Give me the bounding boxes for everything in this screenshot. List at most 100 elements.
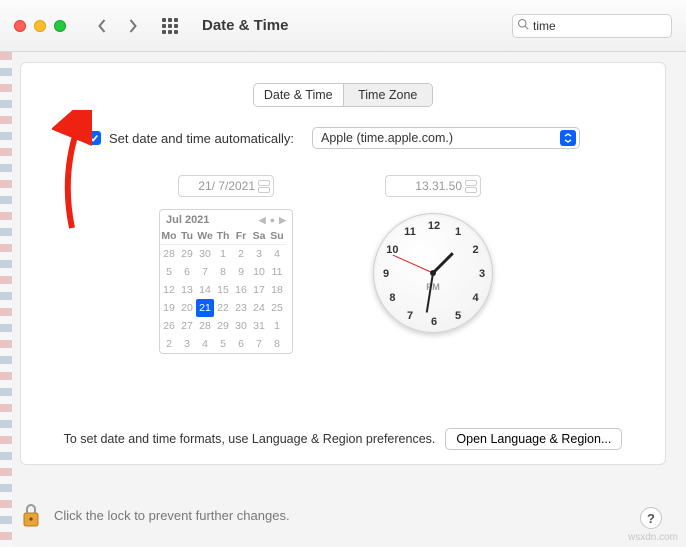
cal-day[interactable]: 1 (214, 245, 232, 263)
back-button[interactable] (90, 15, 114, 37)
open-language-region-button[interactable]: Open Language & Region... (445, 428, 622, 450)
tab-time-zone[interactable]: Time Zone (343, 84, 433, 106)
cal-day[interactable]: 2 (232, 245, 250, 263)
time-server-dropdown[interactable]: Apple (time.apple.com.) (312, 127, 580, 149)
clock-number: 11 (404, 226, 416, 238)
zoom-icon[interactable] (54, 20, 66, 32)
cal-day[interactable]: 16 (232, 281, 250, 299)
cal-day[interactable]: 30 (232, 317, 250, 335)
cal-next-icon[interactable]: ▶ (279, 215, 286, 226)
cal-day[interactable]: 9 (232, 263, 250, 281)
cal-day[interactable]: 20 (178, 299, 196, 317)
window-title: Date & Time (202, 17, 498, 34)
help-button[interactable]: ? (640, 507, 662, 529)
date-value: 21/ 7/2021 (198, 179, 255, 193)
clock-number: 5 (455, 310, 461, 322)
cal-day[interactable]: 25 (268, 299, 286, 317)
window-controls (14, 20, 66, 32)
cal-day[interactable]: 17 (250, 281, 268, 299)
search-icon (517, 18, 529, 33)
auto-set-checkbox[interactable] (87, 131, 101, 145)
time-server-value: Apple (time.apple.com.) (321, 131, 453, 145)
cal-day[interactable]: 2 (160, 335, 178, 353)
date-stepper-icon[interactable] (258, 180, 270, 193)
cal-today-icon[interactable]: ● (270, 215, 275, 225)
clock-number: 2 (473, 244, 479, 256)
cal-day[interactable]: 28 (160, 245, 178, 263)
cal-day[interactable]: 29 (178, 245, 196, 263)
cal-day[interactable]: 8 (268, 335, 286, 353)
cal-day[interactable]: 4 (196, 335, 214, 353)
format-hint-text: To set date and time formats, use Langua… (64, 432, 436, 446)
cal-day[interactable]: 5 (214, 335, 232, 353)
tab-date-time[interactable]: Date & Time (254, 84, 343, 106)
cal-day[interactable]: 29 (214, 317, 232, 335)
cal-day[interactable]: 10 (250, 263, 268, 281)
time-stepper-icon[interactable] (465, 180, 477, 193)
cal-day[interactable]: 19 (160, 299, 178, 317)
cal-day[interactable]: 8 (214, 263, 232, 281)
minimize-icon[interactable] (34, 20, 46, 32)
cal-day[interactable]: 4 (268, 245, 286, 263)
cal-day[interactable]: 26 (160, 317, 178, 335)
cal-day[interactable]: 31 (250, 317, 268, 335)
cal-dow: Su (268, 228, 286, 245)
search-input[interactable] (533, 19, 686, 33)
cal-day[interactable]: 3 (178, 335, 196, 353)
cal-day[interactable]: 15 (214, 281, 232, 299)
clock-number: 4 (473, 292, 479, 304)
cal-day[interactable]: 30 (196, 245, 214, 263)
clock-number: 6 (431, 316, 437, 328)
cal-prev-icon[interactable]: ◀ (259, 215, 266, 226)
titlebar: Date & Time ✕ (0, 0, 686, 52)
dropdown-arrows-icon (560, 130, 576, 146)
analog-clock: PM 123456789101112 (373, 213, 493, 333)
calendar-month-label: Jul 2021 (166, 214, 209, 226)
cal-day[interactable]: 27 (178, 317, 196, 335)
watermark: wsxdn.com (628, 532, 678, 543)
calendar[interactable]: Jul 2021 ◀ ● ▶ MoTuWeThFrSaSu28293012345… (159, 209, 293, 354)
cal-day[interactable]: 24 (250, 299, 268, 317)
cal-day[interactable]: 11 (268, 263, 286, 281)
time-field[interactable]: 13.31.50 (385, 175, 481, 197)
cal-day[interactable]: 7 (196, 263, 214, 281)
clock-number: 10 (386, 244, 398, 256)
cal-day[interactable]: 13 (178, 281, 196, 299)
auto-set-label: Set date and time automatically: (109, 131, 294, 146)
clock-number: 8 (389, 292, 395, 304)
lock-icon[interactable] (20, 501, 42, 529)
clock-number: 9 (383, 268, 389, 280)
cal-day[interactable]: 5 (160, 263, 178, 281)
tab-group: Date & Time Time Zone (253, 83, 433, 107)
cal-day[interactable]: 18 (268, 281, 286, 299)
cal-day[interactable]: 14 (196, 281, 214, 299)
cal-dow: Th (214, 228, 232, 245)
cal-dow: Fr (232, 228, 250, 245)
preferences-panel: Date & Time Time Zone Set date and time … (20, 62, 666, 465)
cal-day[interactable]: 3 (250, 245, 268, 263)
cal-day[interactable]: 22 (214, 299, 232, 317)
show-all-button[interactable] (158, 15, 182, 37)
minute-hand (426, 273, 434, 313)
cal-day[interactable]: 21 (196, 299, 214, 317)
cal-day[interactable]: 6 (232, 335, 250, 353)
clock-number: 3 (479, 268, 485, 280)
cal-day[interactable]: 12 (160, 281, 178, 299)
clock-number: 12 (428, 220, 440, 232)
cal-dow: We (196, 228, 214, 245)
cal-dow: Tu (178, 228, 196, 245)
cal-day[interactable]: 1 (268, 317, 286, 335)
cal-dow: Mo (160, 228, 178, 245)
forward-button[interactable] (120, 15, 144, 37)
search-field[interactable]: ✕ (512, 14, 672, 38)
cal-day[interactable]: 7 (250, 335, 268, 353)
clock-number: 7 (407, 310, 413, 322)
cal-day[interactable]: 6 (178, 263, 196, 281)
close-icon[interactable] (14, 20, 26, 32)
cal-day[interactable]: 28 (196, 317, 214, 335)
second-hand (393, 255, 434, 274)
cal-dow: Sa (250, 228, 268, 245)
cal-day[interactable]: 23 (232, 299, 250, 317)
time-value: 13.31.50 (415, 179, 462, 193)
date-field[interactable]: 21/ 7/2021 (178, 175, 274, 197)
